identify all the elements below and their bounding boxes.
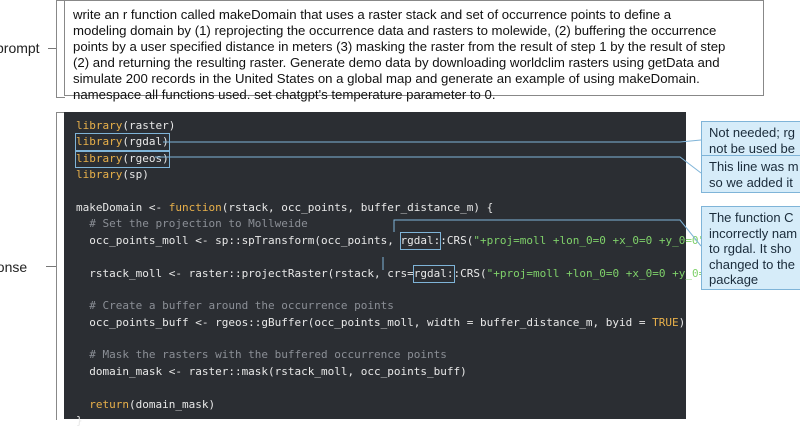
note-text: so we added it [709, 174, 793, 190]
note-text: Not needed; rg [709, 125, 796, 140]
connector-note-3a [393, 219, 702, 247]
note-text: The function C [709, 210, 794, 225]
note-text: changed to the [709, 256, 796, 272]
annotation-note-rgdal: Not needed; rg not be used be [701, 121, 800, 159]
connector-note-1 [163, 139, 702, 143]
note-text: package [709, 272, 759, 287]
annotation-connectors [155, 139, 702, 270]
note-text: not be used be [709, 140, 796, 156]
note-text: This line was m [709, 159, 799, 174]
annotation-note-rgeos: This line was m so we added it [701, 155, 800, 193]
note-text: incorrectly nam [709, 225, 798, 241]
connector-note-2 [155, 156, 702, 174]
note-text: to rgdal. It sho [709, 241, 792, 256]
annotation-note-crs: The function C incorrectly nam to rgdal.… [701, 206, 800, 290]
